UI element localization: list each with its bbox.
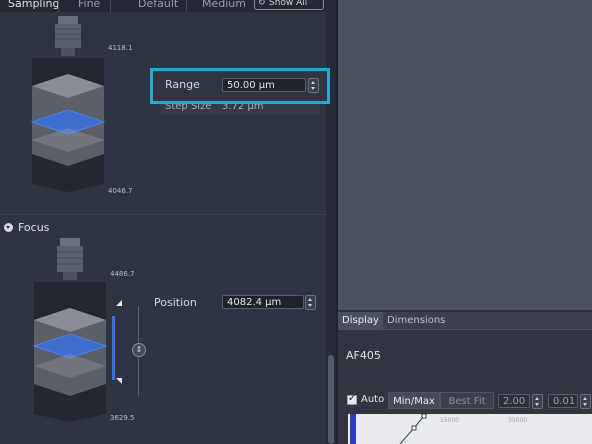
- hist-tick-2: 35000: [508, 417, 528, 424]
- focus-bottom-value: 3629.5: [110, 414, 135, 422]
- show-all-label: Show All: [269, 0, 308, 8]
- scrollbar-thumb[interactable]: [328, 355, 334, 444]
- objective-tip: [63, 272, 77, 280]
- position-input[interactable]: 4082.4 µm: [222, 295, 304, 309]
- range-bottom-marker[interactable]: [116, 378, 122, 384]
- auto-checkbox[interactable]: ✓: [347, 393, 357, 405]
- objective-cap: [60, 238, 80, 246]
- tab-medium[interactable]: Medium: [196, 0, 252, 11]
- min-max-button[interactable]: Min/Max: [388, 392, 440, 409]
- chevron-down-icon: [4, 223, 13, 232]
- best-fit-button[interactable]: Best Fit: [440, 392, 494, 409]
- second-value-spinner[interactable]: [580, 394, 591, 409]
- range-top-marker[interactable]: [116, 300, 122, 306]
- focus-section-header[interactable]: Focus: [4, 221, 49, 234]
- focus-range-bar: [112, 316, 115, 380]
- range-spinner[interactable]: [308, 78, 319, 93]
- checkmark-icon: ✓: [348, 393, 357, 404]
- objective-body: [57, 246, 83, 272]
- focus-diagram: [32, 238, 108, 422]
- auto-label: Auto: [361, 394, 385, 405]
- focus-slider-handle[interactable]: ⇕: [132, 343, 146, 357]
- position-spinner[interactable]: [305, 295, 316, 310]
- focus-top-value: 4486.7: [110, 270, 135, 278]
- tab-divider: [58, 0, 59, 12]
- objective-tip: [61, 48, 75, 56]
- focus-title: Focus: [18, 221, 50, 234]
- objective-body: [55, 24, 81, 48]
- z-stack-diagram: [30, 16, 106, 192]
- tab-dimensions[interactable]: Dimensions: [383, 312, 449, 329]
- sampling-top-value: 4118.1: [108, 44, 133, 52]
- gamma-spinner[interactable]: [532, 394, 543, 409]
- tab-default[interactable]: Default: [132, 0, 184, 11]
- position-label: Position: [154, 296, 197, 309]
- objective-cap: [58, 16, 78, 24]
- tab-sampling[interactable]: Sampling: [2, 0, 66, 11]
- hist-tick-1: 15000: [440, 417, 460, 424]
- range-label: Range: [165, 78, 200, 91]
- show-all-button[interactable]: ↻ Show All: [254, 0, 324, 10]
- section-divider: [0, 214, 326, 215]
- refresh-icon: ↻: [258, 0, 266, 8]
- channel-name: AF405: [346, 349, 381, 362]
- sampling-bottom-value: 4046.7: [108, 187, 133, 195]
- range-input[interactable]: 50.00 µm: [222, 78, 306, 92]
- histogram-curve: [399, 414, 427, 444]
- tab-divider: [110, 0, 111, 12]
- tab-fine[interactable]: Fine: [72, 0, 106, 11]
- second-value-input[interactable]: 0.01: [548, 394, 578, 408]
- gamma-input[interactable]: 2.00: [498, 394, 530, 408]
- image-view-area[interactable]: [338, 0, 592, 310]
- tab-divider: [186, 0, 187, 12]
- tab-display[interactable]: Display: [338, 312, 383, 329]
